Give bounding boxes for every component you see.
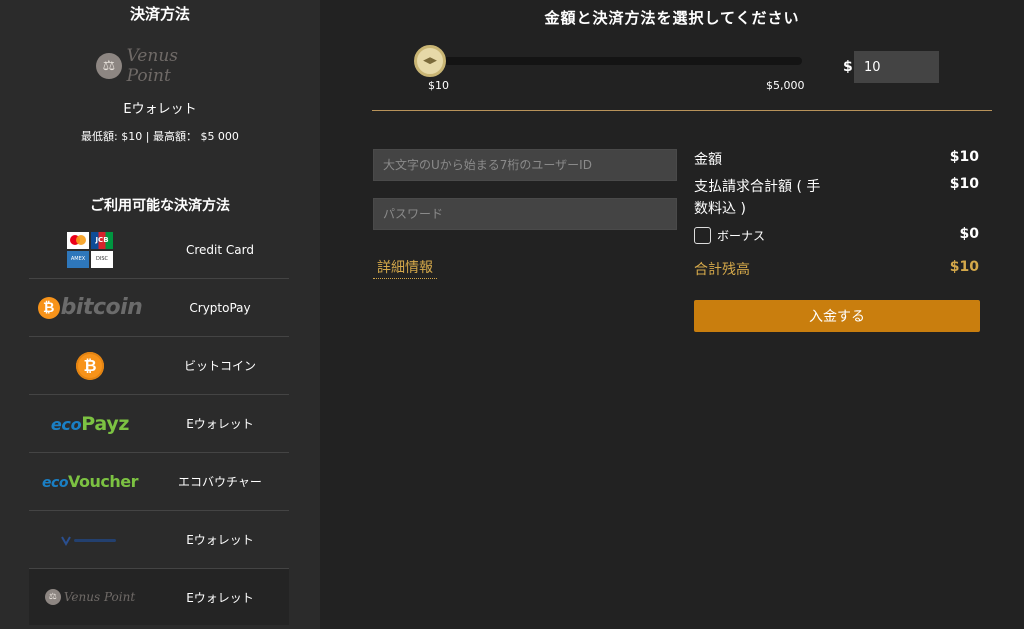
bitcoin-coin-logo: ₿ [29,337,151,394]
payment-methods-sidebar: 決済方法 ⚖ Venus Point Eウォレット 最低額: $10 | 最高額… [0,0,320,629]
venus-point-logo: ⚖ Venus Point [29,569,151,625]
method-label: Eウォレット [186,590,254,605]
bonus-label: ボーナス [717,229,766,243]
available-methods-title: ご利用可能な決済方法 [90,198,230,214]
total-label: 支払請求合計額 ( 手数料込 ) [694,179,821,217]
total-value: $10 [949,176,979,192]
ecovoucher-logo: ecoVoucher [42,472,138,491]
balance-value: $10 [949,259,979,275]
password-input[interactable] [373,198,677,230]
amount-label: 金額 [694,152,722,168]
method-credit-card[interactable]: JCB AMEX DISC Credit Card [29,221,289,279]
page-title: 金額と決済方法を選択してください [544,9,800,27]
discover-icon: DISC [91,250,113,268]
method-vwallet[interactable]: Eウォレット [29,511,289,569]
method-bitcoin[interactable]: ₿ ビットコイン [29,337,289,395]
bitcoin-wordmark-logo: ₿ bitcoin [29,279,151,336]
credit-cards-logo: JCB AMEX DISC [29,221,151,278]
sidebar-title: 決済方法 [129,5,190,23]
amount-input[interactable] [854,51,939,83]
method-cryptopay[interactable]: ₿ bitcoin CryptoPay [29,279,289,337]
selected-method-name: Eウォレット [123,102,197,117]
bonus-option[interactable]: ボーナス [694,227,765,244]
slider-min-label: $10 [428,79,449,92]
amount-slider-track[interactable] [430,57,802,65]
deposit-limits: 最低額: $10 | 最高額： $5 000 [81,130,239,143]
method-label: Eウォレット [186,533,254,547]
method-label: エコバウチャー [178,475,262,489]
scales-icon: ⚖ [44,589,61,605]
divider [372,110,992,111]
vwallet-logo [29,511,151,568]
mastercard-icon [67,231,89,249]
vwallet-icon [61,536,116,546]
method-ecovoucher[interactable]: ecoVoucher エコバウチャー [29,453,289,511]
method-label: Eウォレット [186,417,254,431]
bitcoin-icon: ₿ [37,296,60,319]
bitcoin-icon: ₿ [76,351,104,380]
deposit-button[interactable]: 入金する [694,300,980,332]
method-ecopayz[interactable]: ecoPayz Eウォレット [29,395,289,453]
venus-point-logo-text: Venus Point [126,46,178,86]
selected-method-logo: ⚖ Venus Point [96,46,226,86]
bonus-checkbox[interactable] [694,227,711,244]
currency-symbol: $ [843,59,853,75]
method-list: JCB AMEX DISC Credit Card ₿ bitcoin Cryp… [29,221,289,625]
balance-label: 合計残高 [694,262,750,278]
jcb-icon: JCB [91,231,113,249]
user-id-input[interactable] [373,149,677,181]
amount-value: $10 [949,149,979,165]
amex-icon: AMEX [67,250,89,268]
method-label: ビットコイン [183,359,256,373]
details-link[interactable]: 詳細情報 [373,257,437,279]
method-venus-point[interactable]: ⚖ Venus Point Eウォレット [29,569,289,625]
amount-slider-handle[interactable]: ◀▶ [414,45,446,77]
method-label: CryptoPay [189,300,251,315]
slider-max-label: $5,000 [766,79,805,92]
scales-icon: ⚖ [96,53,122,79]
ecopayz-logo: ecoPayz [50,412,130,435]
method-label: Credit Card [186,242,254,257]
bonus-value: $0 [959,226,979,242]
